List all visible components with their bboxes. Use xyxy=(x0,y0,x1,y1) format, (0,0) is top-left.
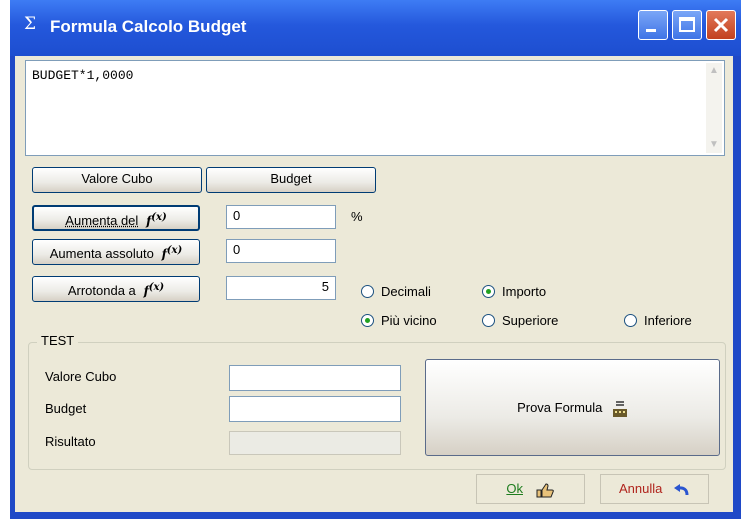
aumenta-del-input[interactable]: 0 xyxy=(226,205,336,229)
maximize-icon xyxy=(679,17,695,32)
undo-arrow-icon xyxy=(674,483,689,495)
valore-cubo-button-label: Valore Cubo xyxy=(81,171,153,186)
arrotonda-a-label: Arrotonda a xyxy=(67,283,136,298)
inferiore-label: Inferiore xyxy=(644,313,692,328)
superiore-radio[interactable] xyxy=(482,314,495,327)
piu-vicino-label: Più vicino xyxy=(381,313,437,328)
valore-cubo-button[interactable]: Valore Cubo xyxy=(32,167,202,193)
close-icon xyxy=(713,17,729,33)
arrotonda-a-button[interactable]: Arrotonda a f(x) xyxy=(32,276,200,302)
annulla-label: Annulla xyxy=(619,481,663,496)
test-valore-cubo-label: Valore Cubo xyxy=(45,369,117,384)
percent-label: % xyxy=(351,209,363,224)
minimize-icon xyxy=(646,29,656,32)
ok-label: Ok xyxy=(506,481,523,496)
aumenta-del-button[interactable]: Aumenta del f(x) xyxy=(32,205,200,231)
calculator-icon xyxy=(612,400,627,417)
minimize-button[interactable] xyxy=(638,10,668,40)
radio-selected-dot xyxy=(486,289,491,294)
budget-button[interactable]: Budget xyxy=(206,167,376,193)
dialog-client-area: BUDGET*1,0000 ▲ ▼ Valore Cubo Budget Aum… xyxy=(15,56,733,512)
formula-text: BUDGET*1,0000 xyxy=(32,68,134,83)
decimali-radio[interactable] xyxy=(361,285,374,298)
formula-calcolo-budget-dialog: Σ Formula Calcolo Budget BUDGET*1,0000 ▲… xyxy=(10,0,741,519)
prova-formula-button[interactable]: Prova Formula xyxy=(425,359,720,456)
budget-button-label: Budget xyxy=(270,171,312,186)
radio-selected-dot xyxy=(365,318,370,323)
test-valore-cubo-input[interactable] xyxy=(229,365,401,391)
scroll-up-arrow-icon[interactable]: ▲ xyxy=(706,63,722,79)
arrotonda-value: 5 xyxy=(321,279,329,294)
superiore-label: Superiore xyxy=(502,313,559,328)
inferiore-radio[interactable] xyxy=(624,314,637,327)
scroll-down-arrow-icon[interactable]: ▼ xyxy=(706,137,722,153)
aumenta-assoluto-input[interactable]: 0 xyxy=(226,239,336,263)
test-budget-input[interactable] xyxy=(229,396,401,422)
window-title: Formula Calcolo Budget xyxy=(50,17,247,36)
maximize-button[interactable] xyxy=(672,10,702,40)
decimali-label: Decimali xyxy=(381,284,431,299)
close-button[interactable] xyxy=(706,10,736,40)
aumenta-assoluto-label: Aumenta assoluto xyxy=(49,246,154,261)
thumbs-up-icon xyxy=(536,483,554,498)
function-icon: f(x) xyxy=(141,212,167,228)
sigma-icon: Σ xyxy=(24,14,37,34)
aumenta-del-value: 0 xyxy=(233,208,241,223)
aumenta-assoluto-value: 0 xyxy=(233,242,241,257)
test-risultato-label: Risultato xyxy=(45,434,96,449)
arrotonda-input[interactable]: 5 xyxy=(226,276,336,300)
annulla-button[interactable]: Annulla xyxy=(600,474,709,504)
aumenta-del-label: Aumenta del xyxy=(65,213,139,228)
test-group-title: TEST xyxy=(37,333,79,348)
prova-formula-label: Prova Formula xyxy=(517,400,603,415)
importo-label: Importo xyxy=(502,284,547,299)
test-risultato-output xyxy=(229,431,401,455)
function-icon: f(x) xyxy=(157,245,183,261)
formula-scrollbar[interactable]: ▲ ▼ xyxy=(706,63,722,153)
formula-textarea[interactable]: BUDGET*1,0000 ▲ ▼ xyxy=(25,60,725,156)
ok-button[interactable]: Ok xyxy=(476,474,585,504)
test-budget-label: Budget xyxy=(45,401,87,416)
function-icon: f(x) xyxy=(139,282,165,298)
aumenta-assoluto-button[interactable]: Aumenta assoluto f(x) xyxy=(32,239,200,265)
piu-vicino-radio[interactable] xyxy=(361,314,374,327)
title-bar[interactable]: Σ Formula Calcolo Budget xyxy=(10,0,741,56)
importo-radio[interactable] xyxy=(482,285,495,298)
